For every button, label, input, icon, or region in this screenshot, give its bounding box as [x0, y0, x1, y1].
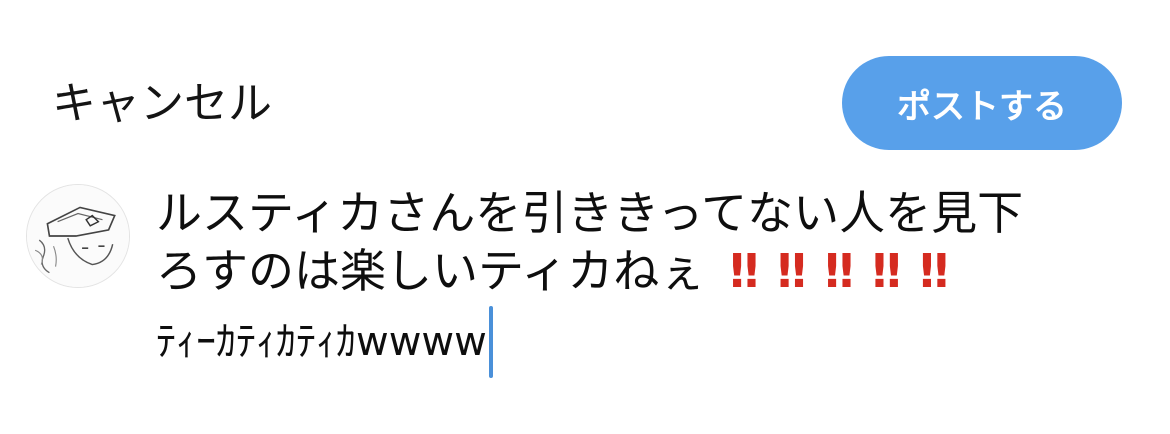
double-exclamation-2: ‼	[777, 244, 806, 298]
post-button[interactable]: ポストする	[842, 56, 1122, 150]
double-exclamation-3: ‼	[824, 244, 854, 298]
composer-line-3-text: ﾃｨｰｶﾃｨｶﾃｨｶwwww	[156, 319, 487, 365]
text-caret	[488, 306, 493, 378]
double-exclamation-1: ‼	[729, 244, 759, 298]
cancel-button[interactable]: キャンセル	[52, 76, 272, 132]
avatar[interactable]	[26, 184, 130, 288]
composer-line-3: ﾃｨｰｶﾃｨｶﾃｨｶwwww	[156, 306, 1146, 378]
composer-line-1: ルスティカさんを引ききってない人を見下	[156, 186, 1024, 240]
composer-line-2-text: ろすのは楽しいティカねぇ	[156, 244, 706, 298]
tweet-composer[interactable]: ルスティカさんを引ききってない人を見下 ろすのは楽しいティカねぇ ‼ ‼ ‼ ‼…	[156, 184, 1146, 378]
composer-line-2: ろすのは楽しいティカねぇ ‼ ‼ ‼ ‼ ‼	[156, 242, 1146, 300]
double-exclamation-5: ‼	[919, 244, 949, 298]
double-exclamation-4: ‼	[872, 244, 901, 298]
user-avatar-sketch-icon	[27, 185, 129, 287]
